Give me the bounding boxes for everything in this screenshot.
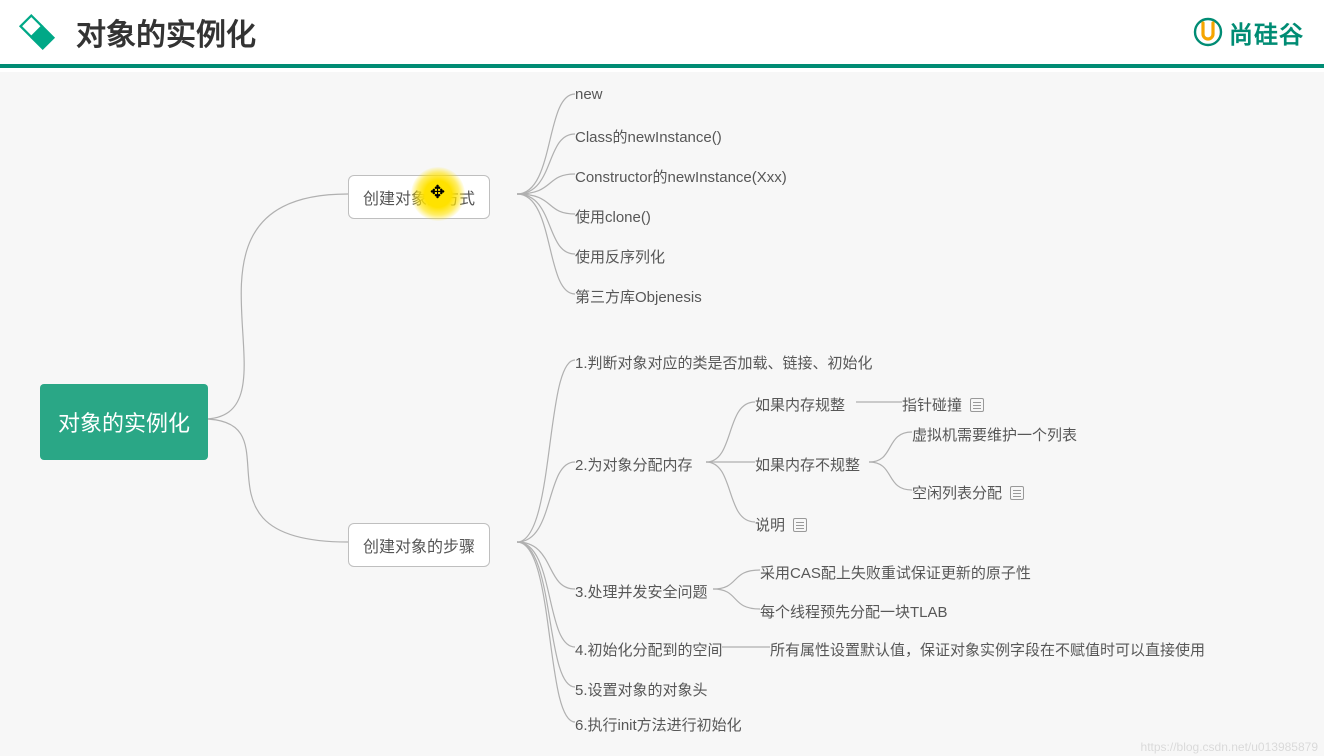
leaf-ctor-newinstance[interactable]: Constructor的newInstance(Xxx) xyxy=(575,166,787,187)
step-1[interactable]: 1.判断对象对应的类是否加载、链接、初始化 xyxy=(575,352,873,373)
note-icon[interactable] xyxy=(1010,486,1024,500)
step-3[interactable]: 3.处理并发安全问题 xyxy=(575,581,708,602)
brand-logo: 尚硅谷 xyxy=(1193,15,1304,50)
brand-text: 尚硅谷 xyxy=(1229,15,1304,50)
leaf-new[interactable]: new xyxy=(575,86,603,103)
step-3-t2[interactable]: 每个线程预先分配一块TLAB xyxy=(760,601,948,622)
step-2-c2[interactable]: 如果内存不规整 xyxy=(755,454,860,475)
watermark: https://blog.csdn.net/u013985879 xyxy=(1141,740,1318,754)
header: 对象的实例化 尚硅谷 xyxy=(0,0,1324,68)
step-2[interactable]: 2.为对象分配内存 xyxy=(575,454,693,475)
step-2-c3[interactable]: 说明 xyxy=(755,514,807,535)
brand-icon xyxy=(1193,17,1223,47)
root-node[interactable]: 对象的实例化 xyxy=(40,384,208,460)
step-2-c2-t2[interactable]: 空闲列表分配 xyxy=(912,482,1024,503)
step-4[interactable]: 4.初始化分配到的空间 xyxy=(575,639,723,660)
page-title: 对象的实例化 xyxy=(76,10,256,54)
step-2-c2-label: 如果内存不规整 xyxy=(755,457,860,474)
move-cursor-icon: ✥ xyxy=(430,183,445,201)
step-2-c1-label: 如果内存规整 xyxy=(755,397,845,414)
leaf-class-newinstance[interactable]: Class的newInstance() xyxy=(575,126,722,147)
step-3-t1[interactable]: 采用CAS配上失败重试保证更新的原子性 xyxy=(760,562,1031,583)
step-2-c2-t1[interactable]: 虚拟机需要维护一个列表 xyxy=(912,424,1077,445)
step-6[interactable]: 6.执行init方法进行初始化 xyxy=(575,714,742,735)
step-2-c1[interactable]: 如果内存规整 xyxy=(755,394,845,415)
diamond-logo-icon xyxy=(18,13,56,51)
step-4-tail[interactable]: 所有属性设置默认值，保证对象实例字段在不赋值时可以直接使用 xyxy=(770,639,1205,660)
leaf-clone[interactable]: 使用clone() xyxy=(575,206,651,227)
header-left: 对象的实例化 xyxy=(18,10,256,54)
branch-create-steps[interactable]: 创建对象的步骤 xyxy=(348,523,490,567)
leaf-deserialize[interactable]: 使用反序列化 xyxy=(575,246,665,267)
step-2-c1-tail[interactable]: 指针碰撞 xyxy=(902,394,984,415)
leaf-objenesis[interactable]: 第三方库Objenesis xyxy=(575,286,702,307)
mindmap-canvas: ✥ 对象的实例化 创建对象的方式 new Class的newInstance()… xyxy=(0,72,1324,756)
note-icon[interactable] xyxy=(970,398,984,412)
note-icon[interactable] xyxy=(793,518,807,532)
step-5[interactable]: 5.设置对象的对象头 xyxy=(575,679,708,700)
